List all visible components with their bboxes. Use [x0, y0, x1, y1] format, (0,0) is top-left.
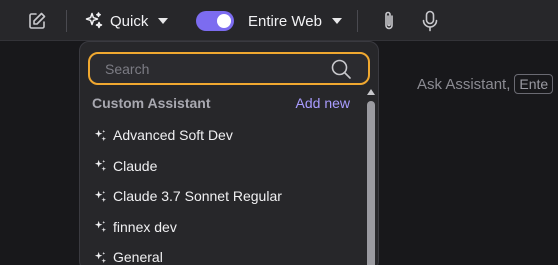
toolbar-divider — [357, 10, 358, 32]
list-item[interactable]: Claude 3.7 Sonnet Regular — [80, 181, 362, 212]
list-item[interactable]: finnex dev — [80, 212, 362, 243]
search-scope-label: Entire Web — [248, 12, 322, 30]
chevron-down-icon — [331, 18, 342, 24]
assistant-list: Advanced Soft Dev Claude Claude 3.7 Sonn… — [80, 120, 362, 265]
scroll-thumb[interactable] — [367, 101, 375, 265]
assistant-dropdown: Custom Assistant Add new Advanced Soft D… — [79, 41, 379, 265]
attach-button[interactable] — [378, 9, 400, 33]
section-header: Custom Assistant Add new — [92, 95, 350, 111]
quick-mode-button[interactable]: Quick — [84, 10, 169, 32]
web-search-toggle[interactable] — [196, 11, 234, 31]
scrollbar[interactable] — [364, 89, 378, 265]
search-input[interactable] — [90, 54, 330, 83]
sparkle-icon — [94, 129, 107, 141]
add-new-link[interactable]: Add new — [296, 95, 350, 111]
scroll-up-arrow[interactable] — [367, 89, 375, 95]
search-box — [88, 52, 370, 85]
sparkle-icon — [94, 251, 107, 263]
sparkle-icon — [94, 160, 107, 172]
list-item-label: Claude — [113, 157, 158, 174]
list-item-label: Claude 3.7 Sonnet Regular — [113, 188, 282, 205]
list-item[interactable]: General — [80, 242, 362, 265]
edit-button[interactable] — [26, 10, 48, 32]
edit-icon — [29, 12, 46, 29]
list-item-label: General — [113, 249, 163, 265]
toolbar: Quick Entire Web — [0, 0, 558, 41]
list-item[interactable]: Advanced Soft Dev — [80, 120, 362, 151]
section-title: Custom Assistant — [92, 95, 211, 111]
microphone-button[interactable] — [419, 9, 441, 33]
input-hint-text: Ask Assistant, — [417, 75, 511, 93]
enter-key-chip: Ente — [514, 74, 554, 94]
input-hint: Ask Assistant, Ente — [417, 74, 554, 94]
search-icon[interactable] — [330, 58, 352, 80]
toolbar-divider — [66, 10, 67, 32]
chevron-down-icon — [158, 18, 169, 24]
toggle-knob — [217, 14, 231, 28]
list-item[interactable]: Claude — [80, 151, 362, 182]
sparkle-icon — [94, 221, 107, 233]
sparkle-icon — [85, 12, 103, 29]
list-item-label: finnex dev — [113, 218, 177, 235]
search-scope-dropdown[interactable]: Entire Web — [248, 10, 342, 32]
sparkle-icon — [94, 190, 107, 202]
list-item-label: Advanced Soft Dev — [113, 127, 233, 144]
paperclip-icon — [385, 11, 393, 30]
quick-mode-label: Quick — [110, 12, 149, 30]
microphone-icon — [422, 10, 438, 32]
